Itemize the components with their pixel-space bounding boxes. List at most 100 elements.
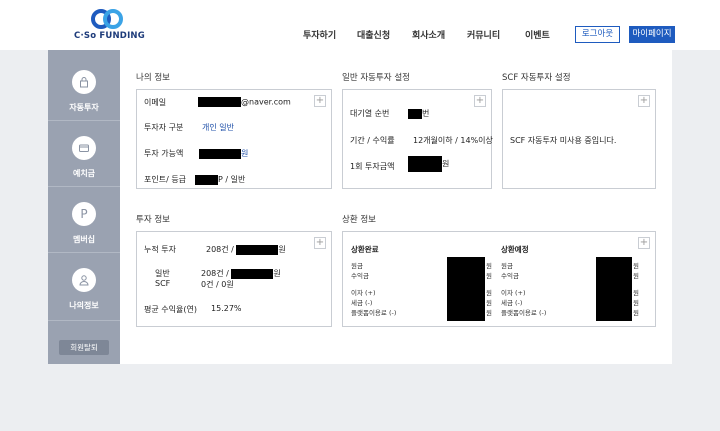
- repay-plan-principal-label: 원금: [501, 262, 513, 270]
- repay-info-card: + 상환완료 원금 수익금 이자 (+) 세금 (-) 플랫폼이용료 (-) 원…: [342, 231, 656, 327]
- total-invest-count: 208건 /: [206, 245, 234, 254]
- side-icon-wrap: P: [72, 202, 96, 226]
- plus-icon[interactable]: +: [314, 95, 326, 107]
- plus-icon[interactable]: +: [474, 95, 486, 107]
- masked-value: [447, 257, 485, 321]
- plus-icon[interactable]: +: [314, 237, 326, 249]
- mypage-button[interactable]: 마이페이지: [629, 26, 675, 43]
- nav-loan[interactable]: 대출신청: [357, 28, 390, 41]
- repay-done-profit-label: 수익금: [351, 272, 369, 280]
- avg-yield-row: 평균 수익율(연) 15.27%: [144, 304, 242, 315]
- avg-yield-label: 평균 수익율(연): [144, 305, 197, 314]
- scf-auto-card: + SCF 자동투자 미사용 중입니다.: [502, 89, 656, 189]
- main-content: 나의 정보 + 이메일 @naver.com 투자자 구분 개인 일반 투자 가…: [120, 50, 672, 364]
- masked-value: [199, 148, 241, 159]
- my-info-title: 나의 정보: [136, 73, 170, 83]
- queue-label: 대기열 순번: [350, 109, 390, 118]
- repay-done-fee-label: 플랫폼이용료 (-): [351, 309, 397, 317]
- won-unit: 원: [633, 309, 639, 317]
- won-unit: 원: [633, 299, 639, 307]
- user-icon: [79, 275, 89, 286]
- won-unit: 원: [486, 309, 492, 317]
- email-domain: @naver.com: [241, 97, 291, 107]
- period-value: 12개월이하 / 14%이상: [413, 136, 493, 145]
- auto-invest-card: + 대기열 순번 번 기간 / 수익률 12개월이하 / 14%이상 1회 투자…: [342, 89, 493, 189]
- repay-done-title: 상환완료: [351, 245, 379, 254]
- repay-done-principal-label: 원금: [351, 262, 363, 270]
- plus-icon[interactable]: +: [638, 95, 650, 107]
- queue-row: 대기열 순번 번: [350, 108, 429, 119]
- won-unit: 원: [633, 272, 639, 280]
- email-value-wrap: @naver.com: [198, 97, 291, 107]
- auto-invest-title: 일반 자동투자 설정: [342, 73, 410, 83]
- available-unit: 원: [241, 149, 249, 158]
- repay-plan-title: 상환예정: [501, 245, 529, 254]
- invest-info-title: 투자 정보: [136, 215, 170, 225]
- masked-value: [195, 174, 218, 185]
- repay-info-title: 상환 정보: [342, 215, 376, 225]
- won-unit: 원: [633, 262, 639, 270]
- available-row: 투자 가능액 원: [144, 148, 248, 159]
- nav-event[interactable]: 이벤트: [525, 28, 550, 41]
- won-unit: 원: [486, 272, 492, 280]
- available-label: 투자 가능액: [144, 149, 184, 158]
- nav-community[interactable]: 커뮤니티: [467, 28, 500, 41]
- investor-type-row: 투자자 구분 개인 일반: [144, 122, 234, 133]
- scf-invest-row: SCF 0건 / 0원: [155, 279, 234, 289]
- single-amount-label: 1회 투자금액: [350, 162, 395, 171]
- scf-invest-label: SCF: [155, 279, 171, 288]
- investor-type-value: 개인 일반: [202, 123, 234, 132]
- masked-value: [408, 156, 442, 172]
- points-row: 포인트/ 등급 P / 일반: [144, 174, 245, 185]
- total-invest-row: 누적 투자 208건 / 원: [144, 244, 286, 255]
- repay-done-tax-label: 세금 (-): [351, 299, 373, 307]
- sidebar-divider: [48, 120, 120, 121]
- points-value: P / 일반: [218, 175, 246, 184]
- period-row: 기간 / 수익률 12개월이하 / 14%이상: [350, 135, 493, 146]
- sidebar-item-auto-invest[interactable]: 자동투자: [48, 70, 120, 113]
- lock-icon: [80, 77, 88, 88]
- logout-button[interactable]: 로그아웃: [575, 26, 620, 43]
- avg-yield-value: 15.27%: [211, 304, 242, 313]
- p-icon: P: [80, 207, 88, 221]
- side-icon-wrap: [72, 70, 96, 94]
- sidebar-divider: [48, 252, 120, 253]
- sidebar-item-label: 자동투자: [69, 103, 99, 112]
- points-value-wrap: P / 일반: [195, 174, 245, 185]
- logo-text: C·So FUNDING: [74, 31, 145, 41]
- plus-icon[interactable]: +: [638, 237, 650, 249]
- general-invest-unit: 원: [273, 269, 281, 278]
- nav-company[interactable]: 회사소개: [412, 28, 445, 41]
- sidebar-item-label: 멤버십: [72, 235, 96, 244]
- general-invest-value-wrap: 208건 / 원: [201, 268, 281, 279]
- masked-value: [198, 97, 241, 107]
- won-unit: 원: [486, 289, 492, 297]
- my-info-card: + 이메일 @naver.com 투자자 구분 개인 일반 투자 가능액 원 포…: [136, 89, 332, 189]
- masked-value: [596, 257, 632, 321]
- scf-auto-message: SCF 자동투자 미사용 중입니다.: [510, 136, 617, 145]
- sidebar-item-myinfo[interactable]: 나의정보: [48, 268, 120, 311]
- sidebar-item-label: 예치금: [72, 169, 96, 178]
- general-invest-count: 208건 /: [201, 269, 229, 278]
- repay-plan-interest-label: 이자 (+): [501, 289, 526, 297]
- top-header: C·So FUNDING 투자하기 대출신청 회사소개 커뮤니티 이벤트 로그아…: [0, 0, 720, 50]
- brand-logo[interactable]: C·So FUNDING: [74, 8, 145, 44]
- sidebar-item-membership[interactable]: P 멤버십: [48, 202, 120, 245]
- repay-plan-tax-label: 세금 (-): [501, 299, 523, 307]
- invest-info-card: + 누적 투자 208건 / 원 일반 208건 / 원 SCF 0건 / 0원…: [136, 231, 332, 327]
- repay-plan-profit-label: 수익금: [501, 272, 519, 280]
- repay-plan-fee-label: 플랫폼이용료 (-): [501, 309, 547, 317]
- card-icon: [79, 144, 89, 152]
- won-unit: 원: [633, 289, 639, 297]
- email-label: 이메일: [144, 98, 167, 107]
- nav-invest[interactable]: 투자하기: [303, 28, 336, 41]
- period-label: 기간 / 수익률: [350, 136, 395, 145]
- total-invest-unit: 원: [278, 245, 286, 254]
- scf-auto-title: SCF 자동투자 설정: [502, 73, 571, 83]
- masked-value: [236, 244, 279, 255]
- withdraw-button[interactable]: 회원탈퇴: [59, 340, 109, 355]
- masked-value: [231, 268, 274, 279]
- sidebar-item-deposit[interactable]: 예치금: [48, 136, 120, 179]
- side-icon-wrap: [72, 136, 96, 160]
- scf-invest-value: 0건 / 0원: [201, 280, 234, 289]
